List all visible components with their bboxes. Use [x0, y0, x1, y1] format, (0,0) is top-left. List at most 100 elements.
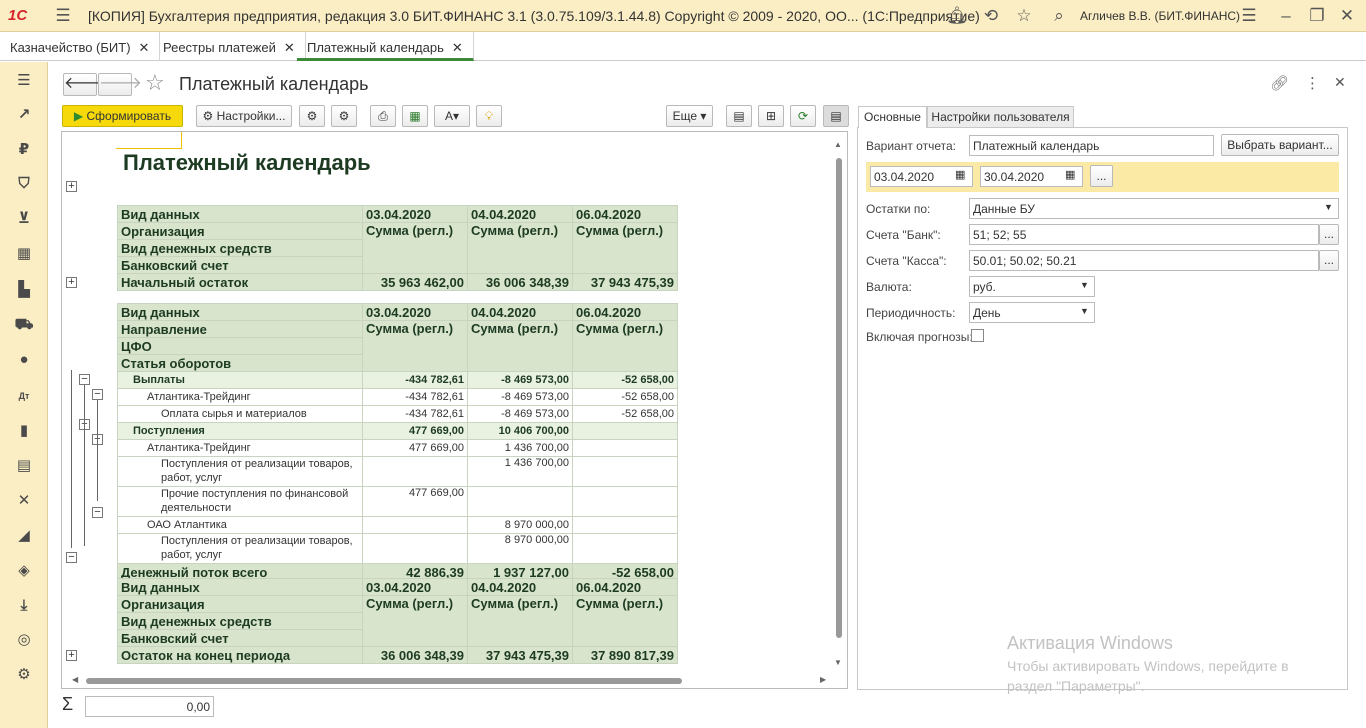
bank-accounts-field[interactable]: 51; 52; 55 — [969, 224, 1319, 245]
collapse-toggle[interactable]: − — [92, 389, 103, 400]
link-icon[interactable]: 🔗︎ — [1270, 74, 1289, 92]
report-grid-selection — [116, 132, 182, 149]
structure-icon[interactable]: ⊞ — [758, 105, 784, 127]
currency-select[interactable]: руб. — [969, 276, 1095, 297]
workflow-icon[interactable]: ⚙ — [11, 664, 37, 686]
tab-payment-registers[interactable]: Реестры платежей ✕ — [153, 32, 306, 61]
history-icon[interactable]: ⟲ — [980, 6, 1002, 26]
layout-icon[interactable]: ▤ — [726, 105, 752, 127]
period-select-button[interactable]: ... — [1090, 165, 1113, 187]
salary-icon[interactable]: ● — [11, 349, 37, 371]
expand-toggle[interactable]: + — [66, 181, 77, 192]
scroll-left-icon[interactable]: ◀ — [72, 675, 78, 684]
treasury-icon[interactable]: ◎ — [11, 629, 37, 651]
print-icon[interactable]: ⎙ — [370, 105, 396, 127]
favorite-star-icon[interactable]: ☆ — [145, 70, 165, 96]
reports-icon[interactable]: ▮ — [11, 420, 37, 442]
star-icon[interactable]: ☆ — [1013, 6, 1035, 26]
download-icon[interactable]: ⤓ — [11, 595, 37, 617]
refresh-icon[interactable]: ⟳ — [790, 105, 816, 127]
bank-cash-icon[interactable]: ₽ — [11, 139, 37, 161]
variant-field[interactable]: Платежный календарь — [969, 135, 1214, 156]
current-user[interactable]: Агличев В.В. (БИТ.ФИНАНС) — [1080, 9, 1240, 23]
close-tab-icon[interactable]: ✕ — [139, 40, 150, 55]
more-actions-icon[interactable]: ⋮ — [1305, 74, 1320, 92]
scroll-up-icon[interactable]: ▲ — [834, 140, 842, 149]
table-row[interactable]: Поступления 477 669,00 10 406 700,00 — [117, 422, 678, 440]
load-settings-icon[interactable]: ⚙ — [299, 105, 325, 127]
app-logo[interactable]: 1С — [8, 7, 27, 24]
menu-icon[interactable]: ☰ — [11, 70, 37, 92]
tab-basic[interactable]: Основные — [858, 106, 927, 128]
balance-select[interactable]: Данные БУ — [969, 198, 1339, 219]
hint-icon[interactable]: 💡︎ — [476, 105, 502, 127]
choose-variant-button[interactable]: Выбрать вариант... — [1221, 134, 1339, 156]
purchases-icon[interactable]: ⊻ — [11, 208, 37, 230]
warehouse-icon[interactable]: ▦ — [11, 243, 37, 265]
report-area[interactable]: Платежный календарь + + − − − − − − + Ви… — [61, 131, 848, 689]
search-icon[interactable]: ⌕ — [1048, 6, 1070, 26]
table-row[interactable]: Поступления от реализации товаров, работ,… — [117, 533, 678, 564]
tab-payment-calendar[interactable]: Платежный календарь ✕ — [297, 32, 474, 61]
cash-accounts-select-button[interactable]: ... — [1319, 250, 1339, 271]
toggle-settings-panel-icon[interactable]: ▤ — [823, 105, 849, 127]
export-excel-icon[interactable]: ▦ — [402, 105, 428, 127]
calendar-icon[interactable]: ▦ — [1065, 168, 1075, 181]
finance-icon[interactable]: ◢ — [11, 525, 37, 547]
restore-icon[interactable]: ❐ — [1306, 6, 1328, 26]
table-row[interactable]: Атлантика-Трейдинг 477 669,00 1 436 700,00 — [117, 439, 678, 457]
table-row[interactable]: Прочие поступления по финансовой деятельн… — [117, 486, 678, 517]
expand-toggle[interactable]: + — [66, 650, 77, 661]
sales-icon[interactable]: ⛉ — [11, 173, 37, 195]
forecast-checkbox[interactable] — [971, 329, 984, 342]
table-row[interactable]: Атлантика-Трейдинг -434 782,61 -8 469 573,… — [117, 388, 678, 406]
operations-icon[interactable]: Дт — [11, 385, 37, 407]
vertical-scrollbar[interactable]: ▲ ▼ — [832, 138, 846, 674]
collapse-toggle[interactable]: − — [92, 507, 103, 518]
save-settings-icon[interactable]: ⚙ — [331, 105, 357, 127]
tab-treasury[interactable]: Казначейство (БИТ) ✕ — [0, 32, 161, 61]
more-button[interactable]: Еще ▾ — [666, 105, 713, 127]
close-tab-icon[interactable]: ✕ — [452, 40, 463, 55]
bell-icon[interactable]: 🔔︎ — [946, 6, 968, 26]
production-icon[interactable]: ▙ — [11, 279, 37, 301]
fixed-assets-icon[interactable]: ⛟ — [11, 314, 37, 336]
dashboard-icon[interactable]: ↗ — [11, 104, 37, 126]
close-form-icon[interactable]: ✕ — [1334, 74, 1346, 91]
tab-user-settings[interactable]: Настройки пользователя — [927, 106, 1074, 128]
scroll-down-icon[interactable]: ▼ — [834, 658, 842, 667]
hamburger-menu-icon[interactable]: ☰ — [52, 6, 74, 26]
settings-menu-icon[interactable]: ☰ — [1238, 6, 1260, 26]
sum-header: Сумма (регл.) — [572, 595, 678, 647]
table-row[interactable]: Поступления от реализации товаров, работ,… — [117, 456, 678, 487]
chevron-down-icon[interactable]: ▼ — [1080, 280, 1089, 290]
reference-icon[interactable]: ▤ — [11, 455, 37, 477]
chevron-down-icon[interactable]: ▼ — [1080, 306, 1089, 316]
horizontal-scrollbar[interactable]: ◀ ▶ — [72, 674, 830, 688]
scroll-thumb[interactable] — [86, 678, 682, 684]
table-row[interactable]: ОАО Атлантика 8 970 000,00 — [117, 516, 678, 534]
table-row[interactable]: Оплата сырья и материалов -434 782,61 -8 4… — [117, 405, 678, 423]
cash-accounts-field[interactable]: 50.01; 50.02; 50.21 — [969, 250, 1319, 271]
budget-icon[interactable]: ◈ — [11, 560, 37, 582]
close-tab-icon[interactable]: ✕ — [284, 40, 295, 55]
settings-button[interactable]: ⚙ Настройки... — [196, 105, 292, 127]
text-format-icon[interactable]: A▾ — [434, 105, 470, 127]
row-header: Банковский счет — [117, 256, 363, 274]
periodicity-select[interactable]: День — [969, 302, 1095, 323]
calendar-icon[interactable]: ▦ — [955, 168, 965, 181]
scroll-right-icon[interactable]: ▶ — [820, 675, 826, 684]
chevron-down-icon[interactable]: ▼ — [1324, 202, 1333, 212]
bank-accounts-select-button[interactable]: ... — [1319, 224, 1339, 245]
table-row[interactable]: Выплаты -434 782,61 -8 469 573,00 -52 658,0… — [117, 371, 678, 389]
close-window-icon[interactable]: ✕ — [1336, 6, 1358, 26]
expand-toggle[interactable]: + — [66, 277, 77, 288]
generate-report-button[interactable]: ▶ Сформировать — [62, 105, 183, 127]
minimize-icon[interactable]: – — [1275, 6, 1297, 26]
forward-button[interactable]: 🡒 — [98, 73, 142, 96]
collapse-toggle[interactable]: − — [79, 374, 90, 385]
back-button[interactable]: 🡐 — [63, 73, 107, 96]
collapse-toggle[interactable]: − — [66, 552, 77, 563]
administration-icon[interactable]: ✕ — [11, 490, 37, 512]
scroll-thumb[interactable] — [836, 158, 842, 638]
